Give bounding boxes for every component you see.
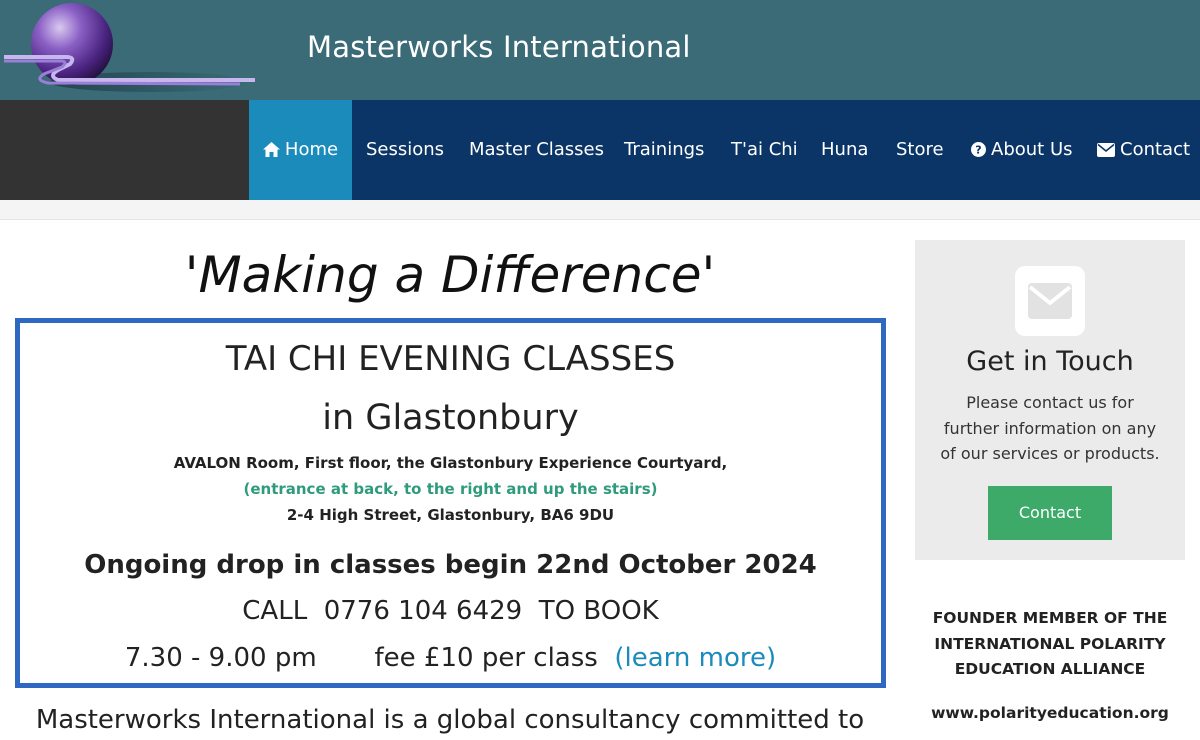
polarity-education-link[interactable]: www.polarityeducation.org	[915, 704, 1185, 722]
street-address: 2-4 High Street, Glastonbury, BA6 9DU	[286, 506, 615, 524]
entrance-note: (entrance at back, to the right and up t…	[243, 480, 658, 498]
start-date: Ongoing drop in classes begin 22nd Octob…	[84, 550, 817, 580]
home-icon	[262, 142, 280, 157]
announcement-title: TAI CHI EVENING CLASSES	[225, 339, 676, 379]
intro-paragraph: Masterworks International is a global co…	[35, 705, 865, 735]
class-time-and-fee: 7.30 - 9.00 pm fee £10 per class (learn …	[20, 643, 881, 673]
nav-item-home[interactable]: Home	[249, 100, 352, 200]
nav-item-contact[interactable]: Contact	[1097, 100, 1190, 200]
svg-text:?: ?	[975, 144, 981, 157]
question-circle-icon: ?	[971, 142, 986, 157]
class-time: 7.30 - 9.00 pm	[124, 643, 317, 673]
announcement-subtitle: in Glastonbury	[322, 398, 579, 438]
nav-item-sessions[interactable]: Sessions	[366, 100, 444, 200]
learn-more-link[interactable]: (learn more)	[614, 643, 776, 673]
sphere-logo-icon[interactable]	[0, 0, 270, 100]
nav-item-huna[interactable]: Huna	[821, 100, 868, 200]
envelope-icon	[1015, 266, 1085, 336]
nav-item-master-classes[interactable]: Master Classes	[469, 100, 604, 200]
nav-label: Contact	[1120, 139, 1191, 160]
get-in-touch-title: Get in Touch	[966, 346, 1134, 377]
site-header: Masterworks International	[0, 0, 1200, 100]
booking-phone: CALL 0776 104 6429 TO BOOK	[242, 596, 659, 626]
get-in-touch-card: Get in Touch Please contact us for furth…	[915, 240, 1185, 560]
nav-label: Trainings	[624, 139, 705, 160]
nav-item-store[interactable]: Store	[896, 100, 944, 200]
nav-label: Store	[896, 139, 944, 160]
nav-separator	[0, 200, 1200, 220]
contact-button[interactable]: Contact	[988, 486, 1112, 540]
get-in-touch-text: Please contact us for further informatio…	[940, 393, 1160, 463]
main-nav: Home Sessions Master Classes Trainings T…	[0, 100, 1200, 200]
nav-label: T'ai Chi	[731, 139, 798, 160]
nav-item-trainings[interactable]: Trainings	[624, 100, 704, 200]
nav-label: Master Classes	[469, 139, 604, 160]
venue-address: AVALON Room, First floor, the Glastonbur…	[173, 454, 728, 472]
page-headline: 'Making a Difference'	[184, 246, 716, 304]
envelope-icon	[1097, 143, 1115, 157]
tai-chi-announcement: TAI CHI EVENING CLASSES in Glastonbury A…	[15, 318, 886, 688]
nav-label: About Us	[991, 139, 1073, 160]
nav-label: Home	[284, 139, 339, 160]
nav-spacer	[0, 100, 249, 200]
founder-member-text: FOUNDER MEMBER OF THE INTERNATIONAL POLA…	[932, 609, 1168, 678]
nav-item-tai-chi[interactable]: T'ai Chi	[731, 100, 798, 200]
nav-item-about-us[interactable]: ? About Us	[971, 100, 1073, 200]
class-fee: fee £10 per class	[374, 643, 598, 673]
site-title[interactable]: Masterworks International	[307, 30, 691, 64]
nav-label: Huna	[821, 139, 869, 160]
nav-label: Sessions	[366, 139, 445, 160]
